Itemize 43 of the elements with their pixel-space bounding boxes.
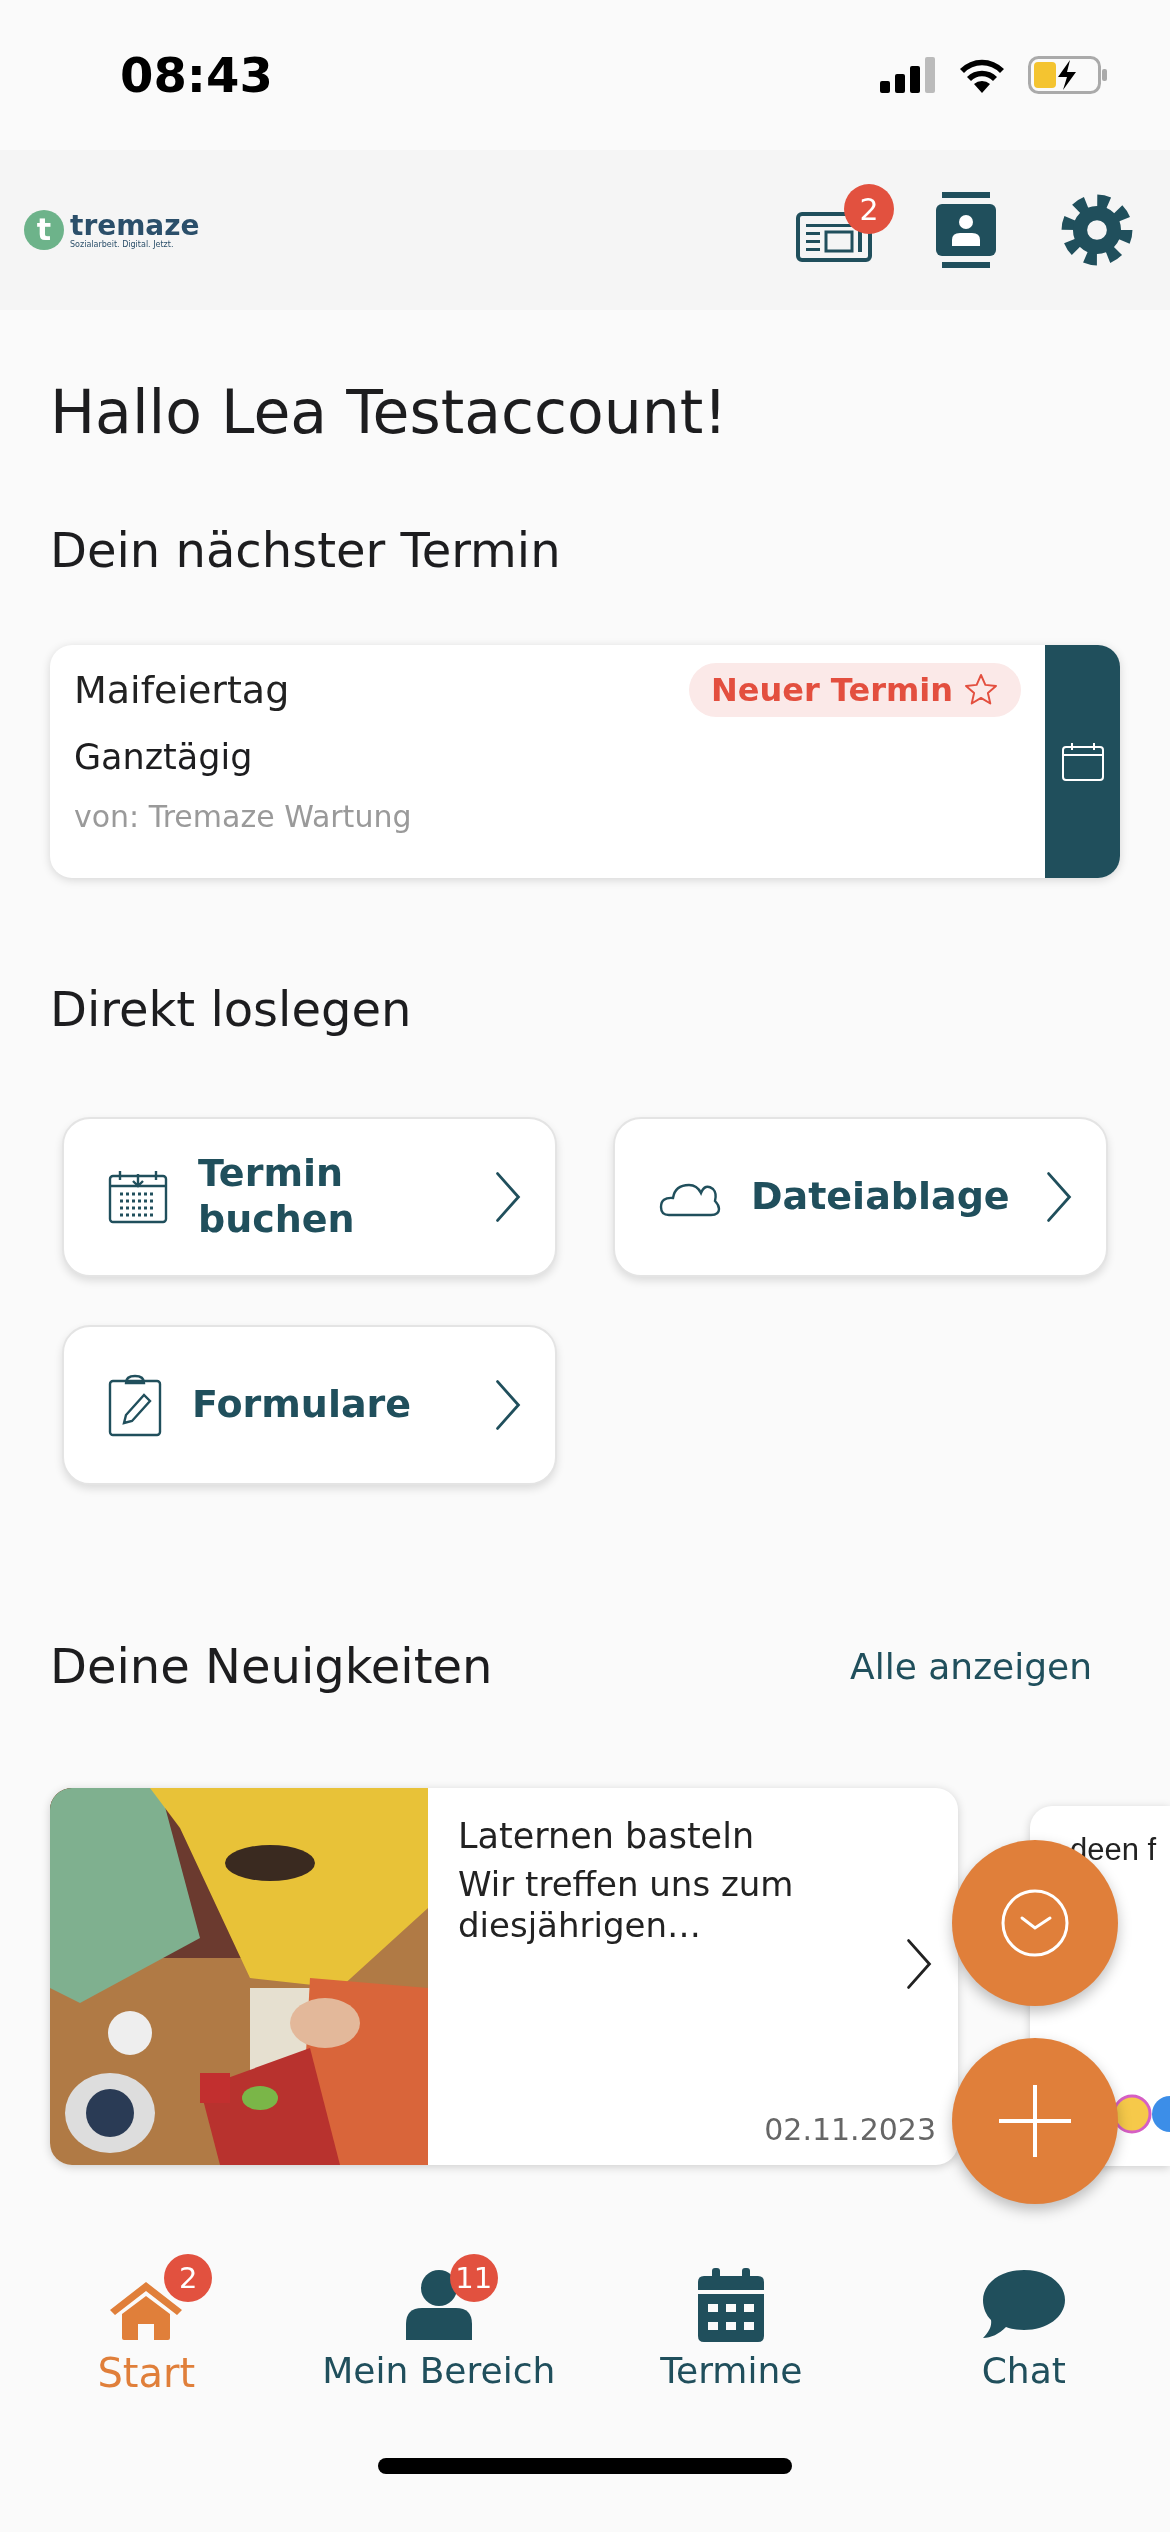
appointment-author: von: Tremaze Wartung	[74, 799, 413, 834]
logo-tagline: Sozialarbeit. Digital. Jetzt.	[70, 239, 175, 249]
notification-badge: 2	[164, 2254, 213, 2302]
news-date: 02.11.2023	[764, 2112, 936, 2147]
news-card[interactable]: Laternen basteln Wir treffen uns zum diesjährigen… 02.11.2023	[50, 1788, 958, 2165]
quick-action-button[interactable]: Formulare	[62, 1325, 557, 1485]
chevron-icon	[1046, 1171, 1072, 1223]
calendar-icon	[108, 1170, 168, 1224]
tab[interactable]: 11 Mein Bereich	[292, 2250, 585, 2400]
battery-icon	[1028, 56, 1108, 94]
status-time: 08:43	[120, 47, 274, 103]
clipboard-icon	[108, 1373, 162, 1437]
section-heading: Deine Neuigkeiten	[50, 1637, 493, 1696]
clock-icon	[1000, 1888, 1070, 1958]
chevron-icon	[495, 1379, 521, 1431]
appointment-title: Maifeiertag	[74, 668, 290, 712]
wifi-icon	[958, 57, 1006, 93]
tab[interactable]: 2 Start	[0, 2250, 293, 2400]
news-excerpt: Wir treffen uns zum diesjährigen…	[458, 1864, 794, 1946]
settings-icon[interactable]	[1060, 193, 1134, 267]
new-appointment-badge: Neuer Termin	[688, 663, 1021, 717]
quick-action-button[interactable]: Dateiablage	[613, 1117, 1108, 1277]
logo-name: tremaze	[70, 211, 200, 240]
contacts-icon[interactable]	[936, 192, 996, 268]
logo-mark: t	[24, 210, 64, 250]
tab[interactable]: Chat	[877, 2250, 1170, 2400]
quick-action-button[interactable]: Termin buchen	[62, 1117, 557, 1277]
calendar-icon	[1060, 741, 1105, 782]
tab[interactable]: Termine	[585, 2250, 878, 2400]
section-heading: Dein nächster Termin	[50, 521, 562, 580]
chevron-icon	[906, 1938, 932, 1990]
appointment-time: Ganztägig	[74, 737, 254, 777]
notification-badge: 11	[449, 2254, 498, 2302]
notification-badge: 2	[844, 184, 894, 234]
greeting: Hallo Lea Testaccount!	[50, 376, 729, 449]
show-all-link[interactable]: Alle anzeigen	[850, 1645, 1120, 1687]
section-heading: Direkt loslegen	[50, 980, 413, 1039]
signal-icon	[880, 57, 936, 93]
plus-icon	[997, 2083, 1073, 2159]
news-title: Laternen basteln	[458, 1816, 756, 1856]
appointment-card[interactable]: Maifeiertag Neuer Termin Ganztägig von: Tremaze Wartung	[50, 645, 1120, 878]
chevron-icon	[495, 1171, 521, 1223]
calendar-icon	[698, 2268, 765, 2342]
